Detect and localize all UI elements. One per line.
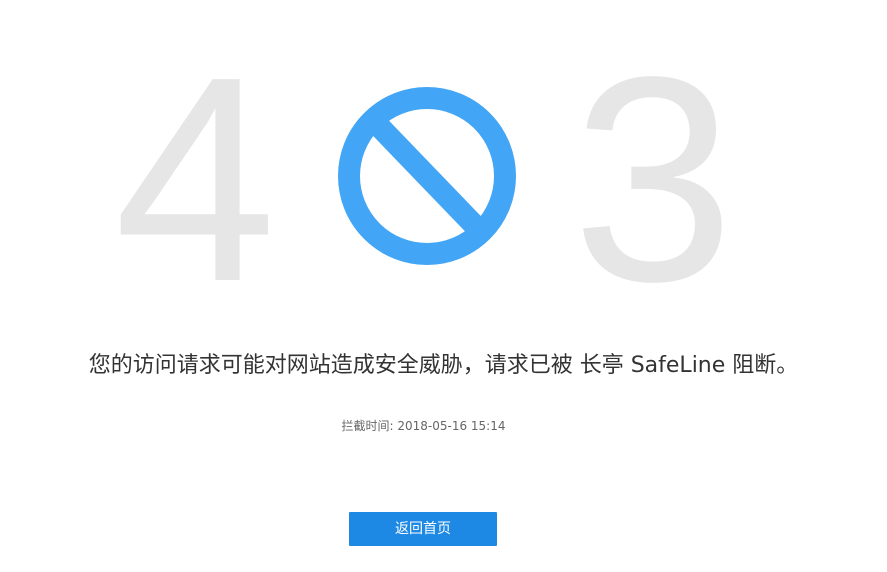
error-code-digit-3: 3 xyxy=(572,16,735,342)
return-home-button[interactable]: 返回首页 xyxy=(349,512,497,546)
block-icon xyxy=(338,87,516,265)
block-message: 您的访问请求可能对网站造成安全威胁，请求已被 长亭 SafeLine 阻断。 xyxy=(88,353,799,378)
error-code-display: 4 3 xyxy=(0,0,887,325)
intercept-time: 拦截时间: 2018-05-16 15:14 xyxy=(0,417,847,435)
error-code-digit-4: 4 xyxy=(114,16,277,342)
intercept-time-label: 拦截时间: xyxy=(341,419,394,433)
intercept-time-value: 2018-05-16 15:14 xyxy=(397,419,506,433)
